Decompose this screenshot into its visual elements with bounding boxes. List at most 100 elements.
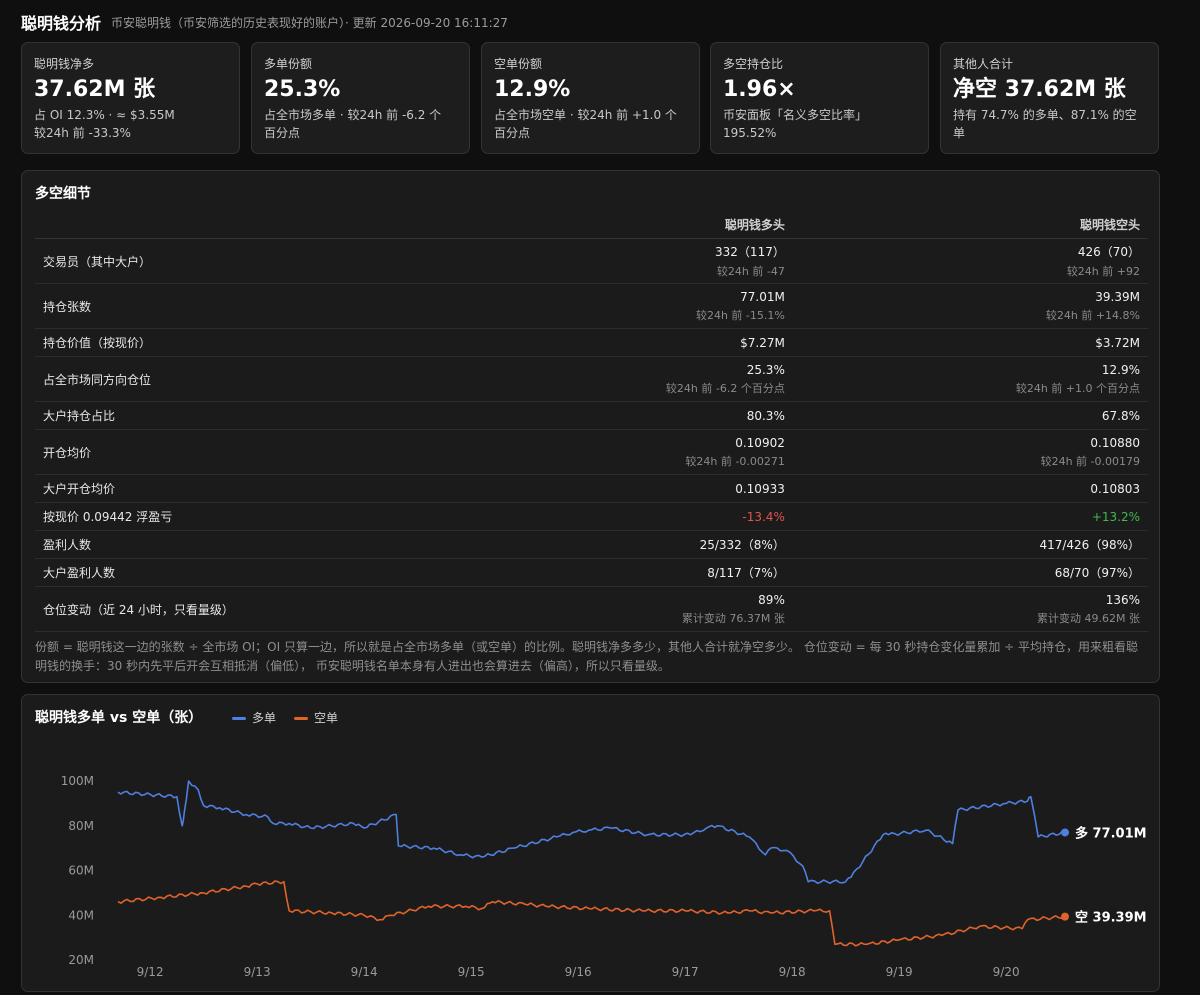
detail-row-label: 持仓价值（按现价） xyxy=(35,328,451,357)
detail-short-value: 68/70（97%） xyxy=(1054,566,1140,580)
stat-card-label: 多空持仓比 xyxy=(723,57,784,71)
y-tick-label: 40M xyxy=(68,908,94,922)
detail-long-value: 8/117（7%） xyxy=(707,566,785,580)
detail-row-long: 77.01M 较24h 前 -15.1% xyxy=(451,283,793,329)
detail-long-sub: 累计变动 76.37M 张 xyxy=(681,611,785,625)
stat-card-value: 12.9% xyxy=(494,77,571,102)
detail-long-value: -13.4% xyxy=(742,509,785,524)
stat-card: 空单份额 12.9% 占全市场空单 · 较24h 前 +1.0 个百分点 xyxy=(481,42,700,154)
detail-short-value: 417/426（98%） xyxy=(1039,538,1140,552)
detail-long-sub: 较24h 前 -6.2 个百分点 xyxy=(665,381,785,395)
stat-card: 聪明钱净多 37.62M 张占 OI 12.3% · ≈ $3.55M 较24h 前… xyxy=(21,42,240,154)
detail-short-value: +13.2% xyxy=(1091,509,1140,524)
x-tick-label: 9/15 xyxy=(458,965,485,979)
y-tick-label: 20M xyxy=(68,953,94,967)
stat-card-desc: 占全市场空单 · 较24h 前 +1.0 个百分点 xyxy=(494,106,687,142)
detail-short-value: 136% xyxy=(1105,592,1140,607)
stat-card: 多单份额 25.3% 占全市场多单 · 较24h 前 -6.2 个百分点 xyxy=(251,42,470,154)
x-tick-label: 9/17 xyxy=(672,965,699,979)
page-title: 聪明钱分析 xyxy=(21,14,102,33)
detail-header-blank xyxy=(35,211,451,239)
stat-card-desc-line1: 持有 74.7% 的多单、87.1% 的空 xyxy=(953,108,1137,122)
detail-short-value: $3.72M xyxy=(1095,335,1140,350)
series-end-point-long xyxy=(1061,828,1069,837)
detail-row-label: 大户开仓均价 xyxy=(35,474,451,503)
detail-row-short: 136% 累计变动 49.62M 张 xyxy=(792,586,1148,632)
detail-row-label: 占全市场同方向仓位 xyxy=(35,356,451,402)
detail-row: 占全市场同方向仓位 25.3% 较24h 前 -6.2 个百分点 12.9% 较24h … xyxy=(35,356,1148,402)
stat-card-desc-line1: 占全市场多单 · 较24h 前 -6.2 个 xyxy=(264,108,442,122)
stat-card-desc-line2: 百分点 xyxy=(264,126,301,140)
detail-long-sub: 较24h 前 -15.1% xyxy=(695,308,785,322)
stat-card-desc-line1: 币安面板「名义多空比率」 xyxy=(723,108,868,122)
detail-row-short: $3.72M xyxy=(792,328,1148,357)
x-tick-label: 9/19 xyxy=(886,965,913,979)
stat-card: 其他人合计 净空 37.62M 张持有 74.7% 的多单、87.1% 的空单 xyxy=(940,42,1159,154)
stat-card-desc-line2: 195.52% xyxy=(723,126,777,140)
detail-row-long: $7.27M xyxy=(451,328,793,357)
detail-row-label: 持仓张数 xyxy=(35,283,451,329)
series-end-point-short xyxy=(1061,912,1069,921)
detail-row-label: 大户盈利人数 xyxy=(35,558,451,587)
detail-short-value: 12.9% xyxy=(1101,362,1140,377)
detail-short-value: 39.39M xyxy=(1095,289,1140,304)
detail-short-value: 67.8% xyxy=(1101,408,1140,423)
detail-row-long: 0.10902 较24h 前 -0.00271 xyxy=(451,429,793,475)
detail-row-long: -13.4% xyxy=(451,502,793,531)
stat-card-label: 空单份额 xyxy=(494,57,543,71)
chart-svg: 20M 40M 60M 80M 100M 9/12 9/13 9/14 9/15 9/16 9/17… xyxy=(61,774,1147,979)
stat-card-value: 1.96× xyxy=(723,77,796,102)
detail-row: 按现价 0.09442 浮盈亏 -13.4% +13.2% xyxy=(35,502,1148,531)
detail-short-sub: 累计变动 49.62M 张 xyxy=(1037,611,1140,625)
detail-row-short: 0.10803 xyxy=(792,474,1148,503)
detail-long-value: 0.10902 xyxy=(735,435,785,450)
detail-row: 开仓均价 0.10902 较24h 前 -0.00271 0.10880 较24h 前 … xyxy=(35,429,1148,475)
x-tick-label: 9/14 xyxy=(351,965,378,979)
chart-panel: 聪明钱多单 vs 空单（张） 多单 空单 20M 40M 60M 80M 100M 9/1… xyxy=(21,694,1160,992)
detail-row-label: 开仓均价 xyxy=(35,429,451,475)
detail-long-value: 77.01M xyxy=(740,289,785,304)
stat-card-desc: 持有 74.7% 的多单、87.1% 的空单 xyxy=(953,106,1146,142)
stat-card-desc: 币安面板「名义多空比率」 195.52% xyxy=(723,106,916,142)
detail-row: 大户持仓占比 80.3% 67.8% xyxy=(35,401,1148,430)
detail-short-sub: 较24h 前 +1.0 个百分点 xyxy=(1015,381,1140,395)
detail-long-value: 80.3% xyxy=(746,408,785,423)
stat-card-label: 聪明钱净多 xyxy=(34,57,95,71)
x-tick-label: 9/12 xyxy=(137,965,164,979)
detail-short-sub: 较24h 前 -0.00179 xyxy=(1040,454,1140,468)
detail-row-long: 80.3% xyxy=(451,401,793,430)
detail-title: 多空细节 xyxy=(35,186,91,202)
detail-long-value: 332（117） xyxy=(715,245,785,259)
detail-row-long: 89% 累计变动 76.37M 张 xyxy=(451,586,793,632)
stat-card-value: 37.62M 张 xyxy=(34,77,156,102)
detail-row-short: 417/426（98%） xyxy=(792,530,1148,559)
detail-long-value: $7.27M xyxy=(740,335,785,350)
detail-panel: 多空细节 聪明钱多头 聪明钱空头 交易员（其中大户） 332（117） 较24h 前… xyxy=(21,170,1160,683)
detail-row-short: 426（70） 较24h 前 +92 xyxy=(792,238,1148,284)
stat-card-desc: 占 OI 12.3% · ≈ $3.55M 较24h 前 -33.3% xyxy=(34,106,227,142)
detail-row-long: 8/117（7%） xyxy=(451,558,793,587)
series-end-label-long: 多 77.01M xyxy=(1075,825,1147,841)
detail-row-short: 68/70（97%） xyxy=(792,558,1148,587)
detail-row: 持仓张数 77.01M 较24h 前 -15.1% 39.39M 较24h 前 +14.… xyxy=(35,283,1148,329)
detail-row-short: 39.39M 较24h 前 +14.8% xyxy=(792,283,1148,329)
y-tick-label: 100M xyxy=(61,774,94,788)
stat-card-desc-line1: 占 OI 12.3% · ≈ $3.55M xyxy=(34,108,175,122)
detail-table: 聪明钱多头 聪明钱空头 交易员（其中大户） 332（117） 较24h 前 -47 4… xyxy=(35,211,1148,632)
stat-card-desc-line2: 单 xyxy=(953,126,966,140)
detail-row-label: 仓位变动（近 24 小时，只看量级） xyxy=(35,586,451,632)
detail-short-sub: 较24h 前 +92 xyxy=(1066,265,1140,278)
detail-header-long: 聪明钱多头 xyxy=(451,211,793,239)
detail-row: 大户盈利人数 8/117（7%） 68/70（97%） xyxy=(35,558,1148,587)
detail-short-value: 426（70） xyxy=(1077,245,1140,259)
page-header: 聪明钱分析 币安聪明钱（币安筛选的历史表现好的账户）· 更新 2026-09-2… xyxy=(21,9,508,35)
detail-row-short: 0.10880 较24h 前 -0.00179 xyxy=(792,429,1148,475)
detail-row-short: 12.9% 较24h 前 +1.0 个百分点 xyxy=(792,356,1148,402)
detail-row-long: 332（117） 较24h 前 -47 xyxy=(451,238,793,284)
detail-long-value: 89% xyxy=(758,592,785,607)
detail-row: 大户开仓均价 0.10933 0.10803 xyxy=(35,474,1148,503)
detail-row-label: 盈利人数 xyxy=(35,530,451,559)
detail-row-short: +13.2% xyxy=(792,502,1148,531)
detail-row: 交易员（其中大户） 332（117） 较24h 前 -47 426（70） 较24h 前… xyxy=(35,238,1148,284)
detail-row-long: 25/332（8%） xyxy=(451,530,793,559)
